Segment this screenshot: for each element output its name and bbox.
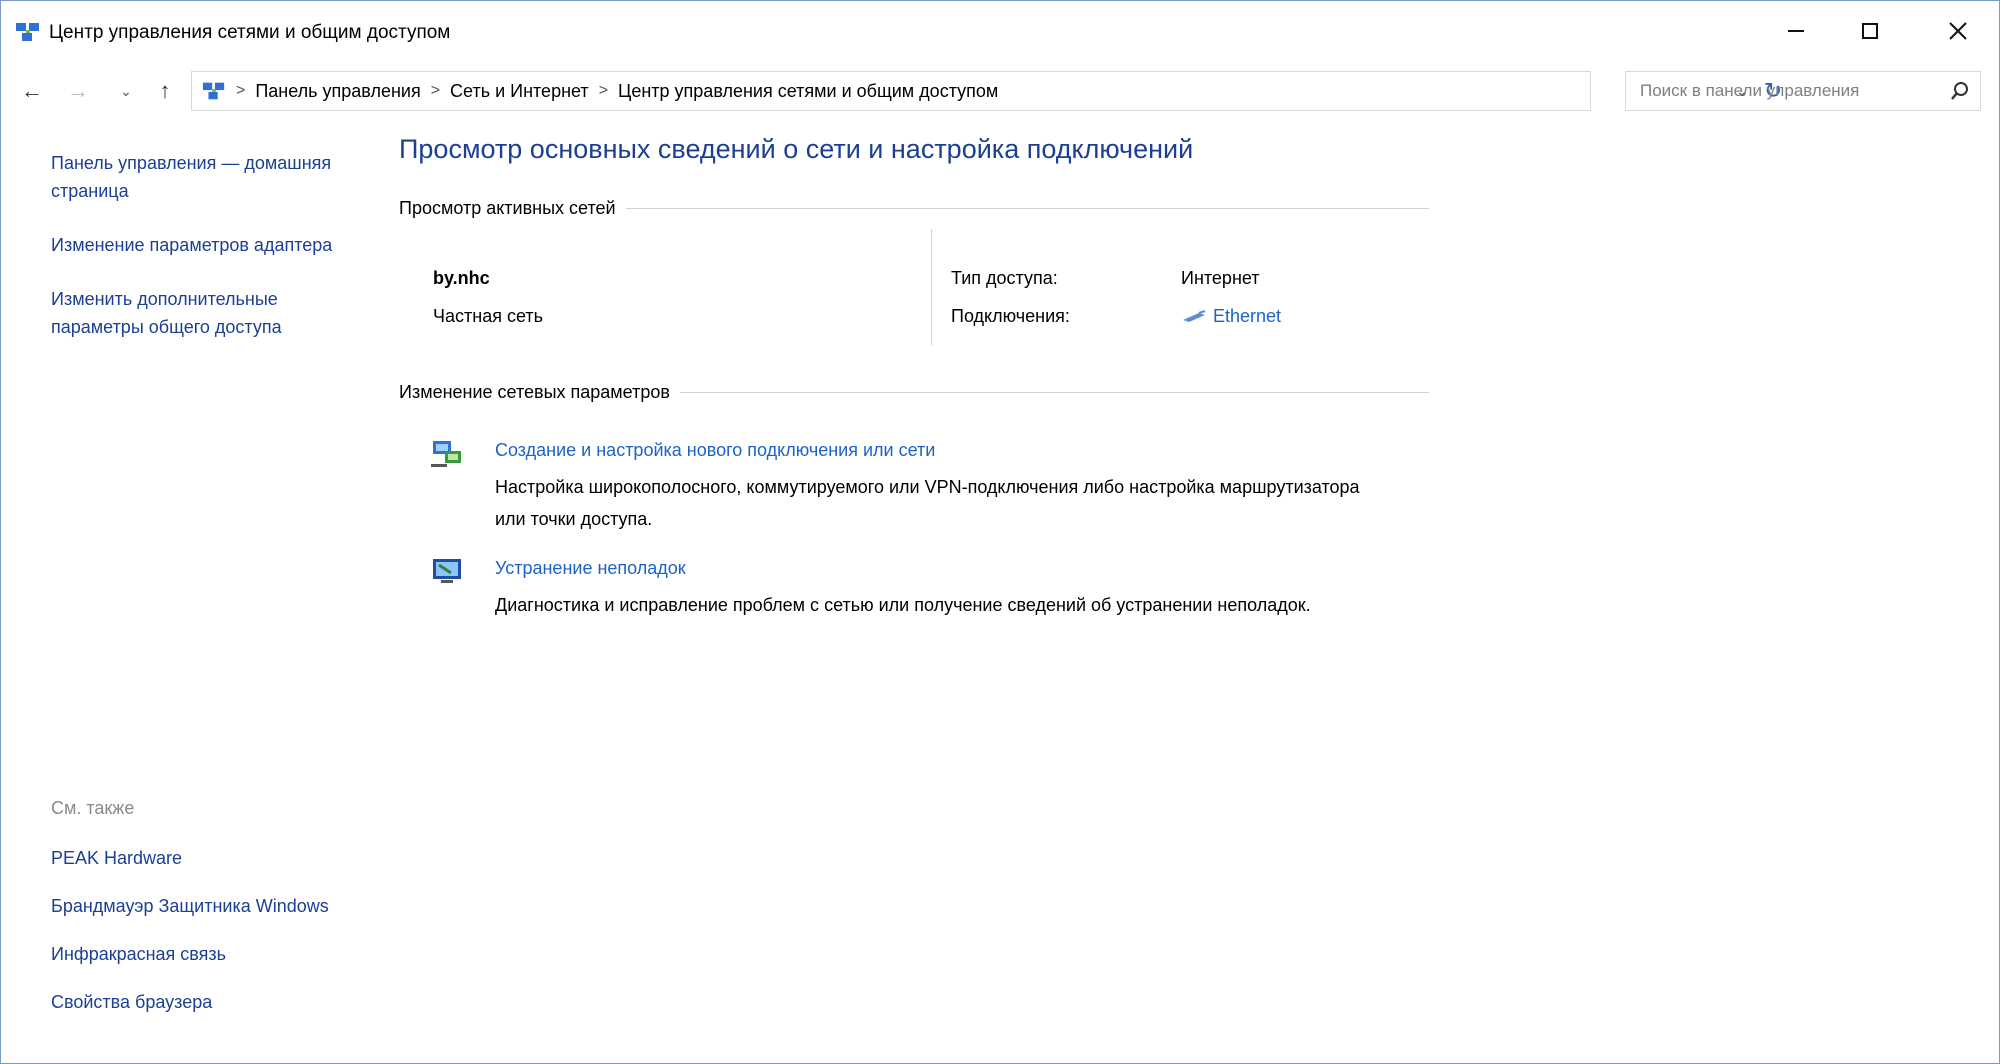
ethernet-icon (1183, 310, 1206, 322)
window-title: Центр управления сетями и общим доступом (49, 22, 451, 43)
close-icon (1949, 22, 1967, 40)
section-divider (625, 207, 1429, 209)
ethernet-link[interactable]: Ethernet (1181, 297, 1281, 335)
forward-button[interactable]: → (61, 73, 95, 109)
search-icon[interactable] (1950, 81, 1970, 101)
network-divider (931, 229, 932, 345)
network-details: Тип доступа: Интернет Подключения: Ether… (951, 259, 1281, 335)
breadcrumb-separator[interactable]: > (236, 82, 245, 100)
left-pane: Панель управления — домашняя страница Из… (51, 149, 351, 367)
active-networks-header: Просмотр активных сетей (399, 195, 1429, 221)
search-input[interactable]: Поиск в панели управления (1625, 71, 1981, 111)
recent-locations-button[interactable]: ⌄ (115, 73, 137, 109)
change-settings-header: Изменение сетевых параметров (399, 379, 1429, 405)
change-settings-label: Изменение сетевых параметров (399, 381, 680, 403)
ethernet-link-label[interactable]: Ethernet (1213, 297, 1281, 335)
breadcrumb-separator[interactable]: > (599, 82, 608, 100)
network-identity: by.nhc Частная сеть (433, 259, 543, 335)
active-network-panel: by.nhc Частная сеть Тип доступа: Интерне… (399, 229, 1429, 379)
access-type-label: Тип доступа: (951, 268, 1058, 288)
troubleshoot-icon (433, 559, 461, 583)
minimize-button[interactable] (1759, 1, 1833, 61)
address-bar[interactable]: > Панель управления > Сеть и Интернет > … (191, 71, 1782, 111)
access-type-row: Тип доступа: Интернет (951, 259, 1281, 297)
breadcrumb-control-panel[interactable]: Панель управления (255, 81, 420, 102)
title-bar[interactable]: Центр управления сетями и общим доступом (1, 1, 1999, 61)
see-also-title: См. также (51, 798, 135, 818)
new-connection-task: Создание и настройка нового подключения … (399, 433, 1429, 529)
windows-firewall-link[interactable]: Брандмауэр Защитника Windows (51, 892, 351, 920)
advanced-sharing-settings-link[interactable]: Изменить дополнительные параметры общего… (51, 285, 351, 341)
navigation-bar: ← → ⌄ ↑ > Панель управления > Сеть и Инт… (1, 69, 1999, 113)
new-connection-description: Настройка широкополосного, коммутируемог… (495, 477, 1360, 529)
breadcrumb-network-center[interactable]: Центр управления сетями и общим доступом (618, 81, 998, 102)
network-center-icon (202, 82, 225, 100)
main-content: Просмотр основных сведений о сети и наст… (399, 129, 1429, 641)
new-connection-link[interactable]: Создание и настройка нового подключения … (495, 437, 935, 463)
network-center-window: Центр управления сетями и общим доступом… (0, 0, 2000, 1064)
browser-properties-link[interactable]: Свойства браузера (51, 988, 351, 1016)
access-type-value: Интернет (1181, 268, 1260, 288)
up-button[interactable]: ↑ (151, 73, 179, 109)
minimize-icon (1788, 30, 1804, 32)
breadcrumb-network-internet[interactable]: Сеть и Интернет (450, 81, 589, 102)
section-divider (679, 391, 1429, 393)
new-connection-icon (431, 441, 461, 467)
control-panel-home-link[interactable]: Панель управления — домашняя страница (51, 149, 351, 205)
troubleshoot-link[interactable]: Устранение неполадок (495, 555, 686, 581)
breadcrumb-separator[interactable]: > (431, 82, 440, 100)
connections-label: Подключения: (951, 306, 1070, 326)
search-placeholder: Поиск в панели управления (1640, 81, 1860, 100)
connections-row: Подключения: Ethernet (951, 297, 1281, 335)
see-also-section: См. также PEAK Hardware Брандмауэр Защит… (51, 796, 351, 1036)
active-networks-label: Просмотр активных сетей (399, 197, 626, 219)
troubleshoot-description: Диагностика и исправление проблем с сеть… (495, 595, 1311, 615)
back-button[interactable]: ← (15, 73, 49, 109)
network-center-icon (16, 23, 39, 41)
maximize-button[interactable] (1833, 1, 1907, 61)
troubleshoot-task: Устранение неполадок Диагностика и испра… (399, 551, 1429, 641)
network-name: by.nhc (433, 268, 490, 288)
page-title: Просмотр основных сведений о сети и наст… (399, 134, 1194, 164)
change-adapter-settings-link[interactable]: Изменение параметров адаптера (51, 231, 351, 259)
close-button[interactable] (1921, 1, 1995, 61)
infrared-link[interactable]: Инфракрасная связь (51, 940, 351, 968)
maximize-icon (1862, 23, 1878, 39)
peak-hardware-link[interactable]: PEAK Hardware (51, 844, 351, 872)
network-type: Частная сеть (433, 306, 543, 326)
